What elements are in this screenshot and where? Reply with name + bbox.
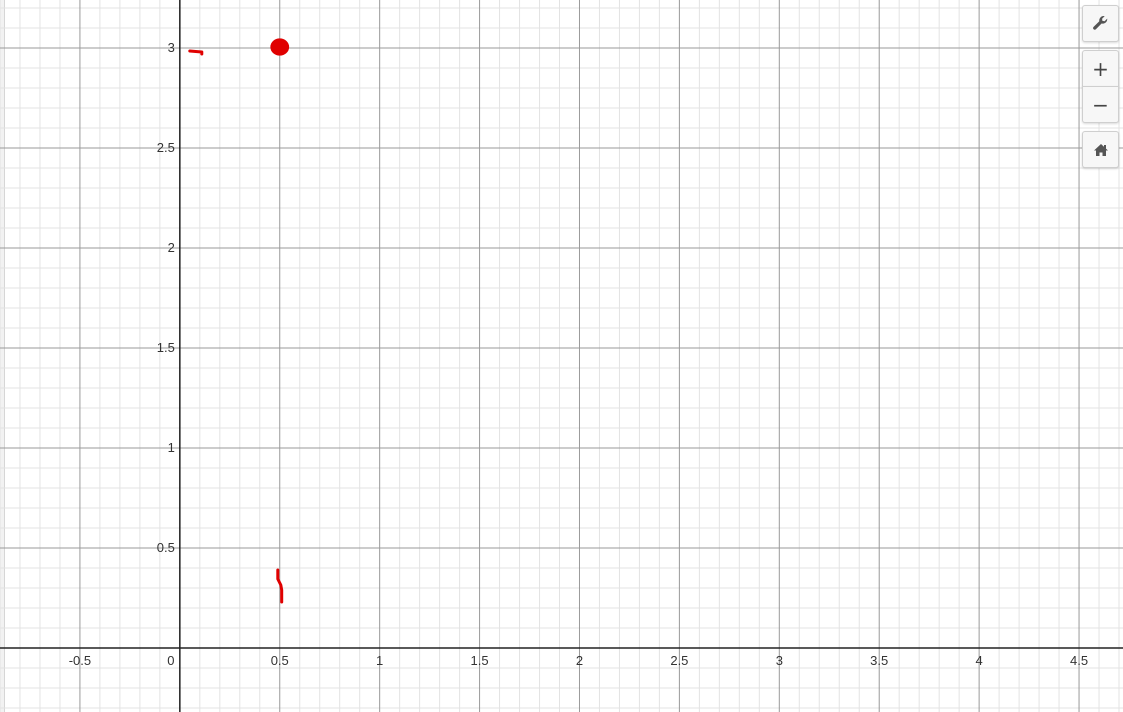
x-tick-label: 1.5: [471, 653, 489, 668]
y-tick-label: 1: [168, 440, 175, 455]
x-tick-label: 2: [576, 653, 583, 668]
graph-settings-button[interactable]: [1082, 5, 1119, 42]
y-tick-label: 2.5: [157, 140, 175, 155]
y-tick-label: 1.5: [157, 340, 175, 355]
zoom-out-label: −: [1092, 92, 1109, 117]
minor-grid: [0, 0, 1123, 712]
x-tick-label: 3.5: [870, 653, 888, 668]
y-tick-label: 3: [168, 40, 175, 55]
major-grid: [0, 0, 1123, 712]
zoom-out-button[interactable]: −: [1082, 86, 1119, 123]
ink-blob-at-0.5-3: [270, 38, 290, 56]
x-tick-label: 3: [776, 653, 783, 668]
y-tick-label: 0.5: [157, 540, 175, 555]
x-tick-label: 2.5: [670, 653, 688, 668]
zoom-in-button[interactable]: +: [1082, 50, 1119, 87]
x-tick-label: 0.5: [271, 653, 289, 668]
x-tick-label: -0.5: [69, 653, 91, 668]
x-tick-label: 1: [376, 653, 383, 668]
x-tick-label: 4.5: [1070, 653, 1088, 668]
graph-canvas[interactable]: -0.5 0 0.5 1 1.5 2 2.5 3 3.5 4 4.5 0.5 1 1.5 2 2.5 3: [0, 0, 1123, 712]
ink-layer: [188, 38, 290, 604]
home-icon: [1093, 143, 1108, 156]
x-tick-label: 0: [167, 653, 174, 668]
default-viewport-button[interactable]: [1082, 131, 1119, 168]
axes: [0, 0, 1123, 712]
zoom-in-label: +: [1092, 56, 1109, 81]
x-axis-tick-labels: -0.5 0 0.5 1 1.5 2 2.5 3 3.5 4 4.5: [69, 653, 1088, 668]
y-tick-label: 2: [168, 240, 175, 255]
wrench-icon: [1092, 15, 1107, 30]
x-tick-label: 4: [976, 653, 983, 668]
